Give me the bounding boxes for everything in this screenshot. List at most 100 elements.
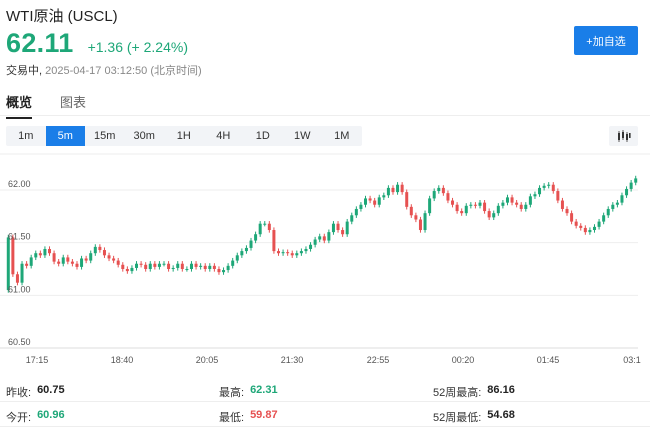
candle-body: [318, 236, 322, 240]
candle-body: [263, 223, 267, 225]
candle: [212, 263, 216, 272]
candle: [263, 221, 267, 227]
candle-body: [112, 258, 116, 261]
candle-body: [336, 223, 340, 231]
candle: [148, 261, 152, 272]
candle: [446, 190, 450, 204]
candle: [107, 252, 111, 262]
candle-body: [359, 204, 363, 209]
candle: [377, 194, 381, 208]
candle-body: [130, 267, 134, 272]
candle: [473, 202, 477, 209]
candle-body: [290, 253, 294, 256]
candle-body: [538, 187, 542, 195]
candle-body: [469, 204, 473, 206]
candle-body: [38, 253, 42, 256]
last-price: 62.11: [6, 28, 74, 58]
candle: [276, 248, 280, 256]
candle: [235, 252, 239, 264]
interval-selector: 1m 5m 15m 30m 1H 4H 1D 1W 1M: [6, 126, 362, 146]
candle: [611, 202, 615, 212]
interval-30m-button[interactable]: 30m: [125, 126, 165, 146]
candle: [48, 246, 52, 256]
candle-body: [368, 198, 372, 201]
candle-body: [345, 221, 349, 235]
stats-divider: [0, 401, 650, 402]
interval-1d-button[interactable]: 1D: [243, 126, 283, 146]
price-chart[interactable]: 62.00 61.50 61.00 60.50 17:15 18:40 20:05 21:30…: [0, 150, 650, 372]
candle-body: [148, 263, 152, 269]
candle-body: [615, 202, 619, 205]
candle: [43, 246, 47, 258]
candle-body: [629, 182, 633, 189]
low-value: 59.87: [250, 409, 278, 421]
candle-body: [43, 248, 47, 256]
candle: [29, 254, 33, 269]
candle: [547, 182, 551, 189]
candle-body: [240, 251, 244, 256]
candle: [57, 258, 61, 267]
candle-body: [176, 263, 180, 268]
chart-type-button[interactable]: [609, 126, 638, 146]
interval-1h-button[interactable]: 1H: [164, 126, 204, 146]
candle: [199, 263, 203, 270]
candle: [80, 255, 84, 270]
x-tick-label: 00:20: [452, 355, 475, 365]
candle: [602, 212, 606, 225]
candle-body: [11, 237, 15, 275]
open-value: 60.96: [37, 409, 65, 421]
candle: [84, 255, 88, 264]
candle-body: [162, 263, 166, 265]
candle-body: [157, 263, 161, 267]
candle-body: [144, 264, 148, 269]
candle: [130, 265, 134, 274]
candle: [345, 218, 349, 237]
candle-body: [364, 198, 368, 205]
y-tick-label: 62.00: [8, 179, 31, 189]
candle: [217, 266, 221, 275]
candle-body: [15, 274, 19, 283]
candle-body: [327, 232, 331, 241]
candle-body: [396, 184, 400, 193]
high-value: 62.31: [250, 384, 278, 396]
interval-1mo-button[interactable]: 1M: [322, 126, 362, 146]
candle-body: [377, 197, 381, 205]
candle: [583, 225, 587, 235]
candle: [176, 261, 180, 271]
interval-15m-button[interactable]: 15m: [85, 126, 125, 146]
candle: [533, 191, 537, 199]
candle-body: [437, 187, 441, 192]
candle-body: [258, 223, 262, 235]
y-tick-label: 61.00: [8, 284, 31, 294]
candle: [574, 218, 578, 229]
interval-4h-button[interactable]: 4H: [204, 126, 244, 146]
candle-body: [20, 263, 24, 283]
candle-body: [171, 267, 175, 269]
y-tick-label: 61.50: [8, 232, 31, 242]
candle: [386, 185, 390, 198]
candle: [194, 261, 198, 270]
candle-body: [391, 187, 395, 193]
candle-body: [185, 269, 189, 270]
candle: [492, 210, 496, 221]
x-tick-label: 01:45: [537, 355, 560, 365]
interval-1m-button[interactable]: 1m: [6, 126, 46, 146]
add-watchlist-button[interactable]: +加自选: [574, 26, 638, 55]
candle: [112, 255, 116, 264]
candle-body: [222, 270, 226, 273]
candle-body: [295, 253, 299, 256]
candle-body: [505, 197, 509, 203]
candle: [162, 261, 166, 267]
x-tick-label: 22:55: [367, 355, 390, 365]
candle: [75, 261, 79, 270]
candle-body: [235, 255, 239, 261]
candle: [20, 261, 24, 286]
interval-1w-button[interactable]: 1W: [283, 126, 323, 146]
stat-52w-high: 52周最高: 86.16: [433, 384, 515, 399]
candle: [121, 262, 125, 272]
candle: [208, 263, 212, 272]
candle-body: [350, 215, 354, 222]
candle-body: [551, 184, 555, 192]
stat-prev-close: 昨收: 60.75: [6, 384, 65, 399]
interval-5m-button[interactable]: 5m: [45, 126, 85, 146]
